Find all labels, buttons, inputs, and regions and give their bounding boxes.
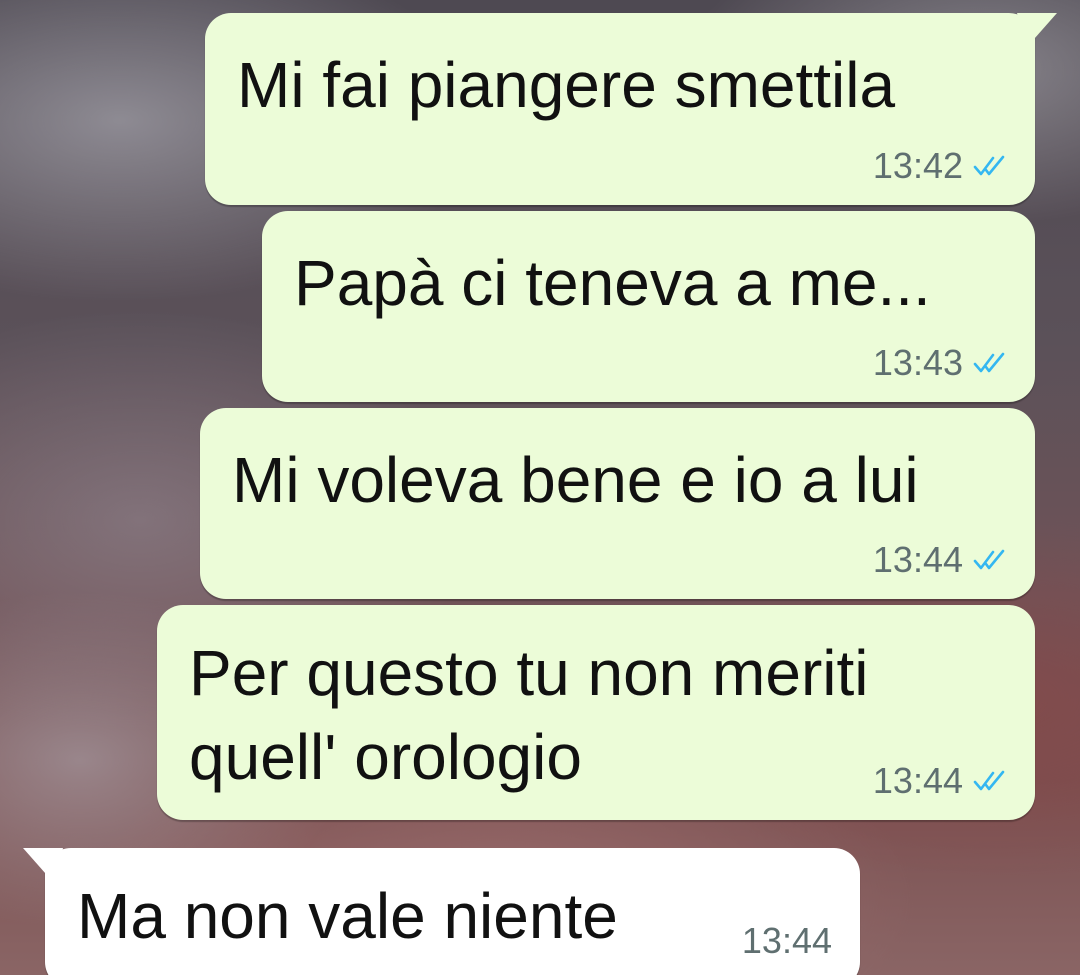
message-time: 13:44	[741, 920, 832, 961]
message-meta: 13:43	[873, 342, 1007, 384]
message-meta: 13:44	[742, 920, 832, 962]
message-text: Mi fai piangere smettila	[237, 49, 896, 121]
message-text-line: quell' orologio	[189, 721, 582, 793]
double-check-icon	[973, 549, 1005, 570]
double-check-icon	[973, 155, 1005, 176]
message-time: 13:44	[872, 539, 963, 580]
message-meta: 13:44	[873, 760, 1007, 802]
message-meta: 13:42	[873, 145, 1007, 187]
message-time: 13:44	[872, 760, 963, 801]
message-bubble-incoming[interactable]: Ma non vale niente 13:44	[23, 848, 860, 975]
bubble-tail	[1017, 13, 1057, 47]
message-bubble-outgoing[interactable]: Per questo tu non meriti quell' orologio…	[157, 605, 1035, 820]
message-bubble-outgoing[interactable]: Papà ci teneva a me... 13:43	[262, 211, 1035, 402]
message-text-line: Per questo tu non meriti	[189, 637, 869, 709]
double-check-icon	[973, 352, 1005, 373]
bubble-tail	[23, 848, 63, 882]
double-check-icon	[973, 770, 1005, 791]
message-meta: 13:44	[873, 539, 1007, 581]
message-text: Papà ci teneva a me...	[294, 247, 931, 319]
message-text: Per questo tu non meriti quell' orologio	[189, 631, 868, 799]
message-bubble-outgoing[interactable]: Mi fai piangere smettila 13:42	[205, 13, 1057, 205]
message-time: 13:43	[872, 342, 963, 383]
message-time: 13:42	[872, 145, 963, 186]
message-text: Mi voleva bene e io a lui	[232, 444, 919, 516]
message-bubble-outgoing[interactable]: Mi voleva bene e io a lui 13:44	[200, 408, 1035, 599]
message-text: Ma non vale niente	[77, 880, 618, 952]
